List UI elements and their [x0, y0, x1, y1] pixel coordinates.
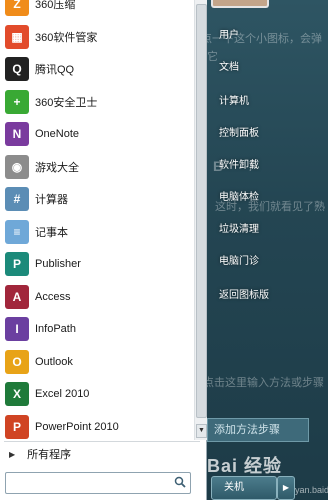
shutdown-label: 关机 — [224, 482, 244, 493]
scroll-down-arrow-icon[interactable]: ▼ — [196, 424, 207, 438]
scrollbar-thumb[interactable] — [196, 4, 207, 418]
calculator-icon: # — [5, 187, 29, 211]
add-step-button[interactable]: 添加方法步骤 — [207, 418, 309, 442]
program-label: Access — [35, 290, 71, 303]
program-item[interactable]: N OneNote — [0, 118, 194, 150]
start-menu-right-pane: 点一下这个小图标，会弹 它 B I 这时，我们就看见了熟 点击这里输入方法或步骤… — [207, 0, 328, 500]
program-label: InfoPath — [35, 323, 76, 335]
360-zip-icon: Z — [5, 0, 29, 16]
right-menu-item[interactable]: 返回图标版 — [211, 280, 323, 306]
program-item[interactable]: ▦ 360软件管家 — [0, 21, 194, 53]
program-item[interactable]: # 计算器 — [0, 183, 194, 215]
program-item[interactable]: ◉ 游戏大全 — [0, 151, 194, 183]
program-label: 游戏大全 — [35, 161, 79, 174]
add-step-label: 添加方法步骤 — [214, 424, 280, 436]
program-item[interactable]: X Excel 2010 — [0, 378, 194, 410]
program-list-scrollbar[interactable]: ▼ — [194, 0, 207, 440]
right-menu-item[interactable]: 计算机 — [211, 86, 323, 112]
program-label: 记事本 — [35, 226, 68, 239]
program-item[interactable]: P Publisher — [0, 248, 194, 280]
program-label: 计算器 — [35, 194, 68, 206]
right-menu-item-label: 返回图标版 — [219, 289, 269, 301]
program-label: Publisher — [35, 258, 81, 270]
triangle-right-icon: ▶ — [9, 449, 16, 459]
right-menu-item[interactable]: 垃圾清理 — [211, 214, 323, 240]
program-label: Outlook — [35, 355, 73, 368]
program-item[interactable]: +360安全卫士 — [0, 86, 194, 118]
start-menu-program-panel: Z 360压缩 ▦ 360软件管家 Q 腾讯QQ +360安全卫士 N OneNote ◉ 游戏大全… — [0, 0, 207, 500]
excel-icon: X — [5, 382, 29, 406]
background-text-line: 点击这里输入方法或步骤 — [207, 377, 324, 389]
shutdown-options-arrow-icon[interactable]: ▶ — [277, 476, 295, 500]
right-menu-item-label: 软件卸载 — [219, 159, 259, 171]
right-menu-item[interactable]: 用户 — [211, 20, 323, 46]
right-menu-item-label: 垃圾清理 — [219, 223, 259, 235]
program-label: OneNote — [35, 128, 80, 140]
right-menu-item[interactable]: 电脑门诊 — [211, 246, 323, 272]
360-security-icon: + — [5, 89, 29, 114]
program-list: Z 360压缩 ▦ 360软件管家 Q 腾讯QQ +360安全卫士 N OneNote ◉ 游戏大全… — [0, 0, 194, 440]
program-item[interactable]: P PowerPoint 2010 — [0, 411, 194, 441]
right-menu-item-label: 电脑门诊 — [219, 255, 259, 267]
program-label: Excel 2010 — [35, 388, 90, 400]
access-icon: A — [5, 284, 29, 309]
program-label: 360压缩 — [35, 0, 76, 11]
search-icon[interactable] — [174, 476, 186, 488]
gamepad-icon: ◉ — [5, 154, 29, 179]
notepad-icon: ≡ — [5, 219, 29, 244]
onenote-icon: N — [5, 122, 29, 146]
right-menu-item-label: 控制面板 — [219, 127, 259, 139]
360-software-manager-icon: ▦ — [5, 24, 29, 49]
publisher-icon: P — [5, 252, 29, 276]
right-menu-item[interactable]: 软件卸载 — [211, 150, 323, 176]
program-label: 腾讯QQ — [35, 64, 75, 76]
right-menu-item-label: 用户 — [219, 29, 239, 41]
program-item[interactable]: O Outlook — [0, 346, 194, 378]
shutdown-button[interactable]: 关机 — [211, 476, 277, 500]
program-label: 360安全卫士 — [35, 96, 98, 109]
right-menu-item[interactable]: 电脑体检 — [211, 182, 323, 208]
program-item[interactable]: Z 360压缩 — [0, 0, 194, 20]
user-avatar[interactable] — [211, 0, 269, 8]
right-menu-item-label: 计算机 — [219, 95, 249, 107]
right-menu-item[interactable]: 控制面板 — [211, 118, 323, 144]
search-box[interactable] — [5, 472, 191, 494]
powerpoint-icon: P — [5, 414, 29, 439]
program-item[interactable]: Q 腾讯QQ — [0, 53, 194, 85]
all-programs-label: 所有程序 — [27, 449, 72, 461]
right-menu-item[interactable]: 文档 — [211, 52, 323, 78]
infopath-icon: I — [5, 317, 29, 341]
program-label: 360软件管家 — [35, 31, 98, 44]
all-programs-button[interactable]: ▶ 所有程序 — [0, 443, 206, 465]
divider — [4, 441, 200, 442]
outlook-icon: O — [5, 349, 29, 374]
program-item[interactable]: I InfoPath — [0, 313, 194, 345]
right-menu-item-label: 文档 — [219, 61, 239, 73]
program-label: PowerPoint 2010 — [35, 420, 119, 433]
search-input[interactable] — [6, 474, 174, 492]
right-menu-item-label: 电脑体检 — [219, 191, 259, 203]
program-item[interactable]: A Access — [0, 281, 194, 313]
baidu-watermark-logo: Bai 经验 — [207, 456, 283, 476]
program-item[interactable]: ≡ 记事本 — [0, 216, 194, 248]
qq-penguin-icon: Q — [5, 57, 29, 81]
